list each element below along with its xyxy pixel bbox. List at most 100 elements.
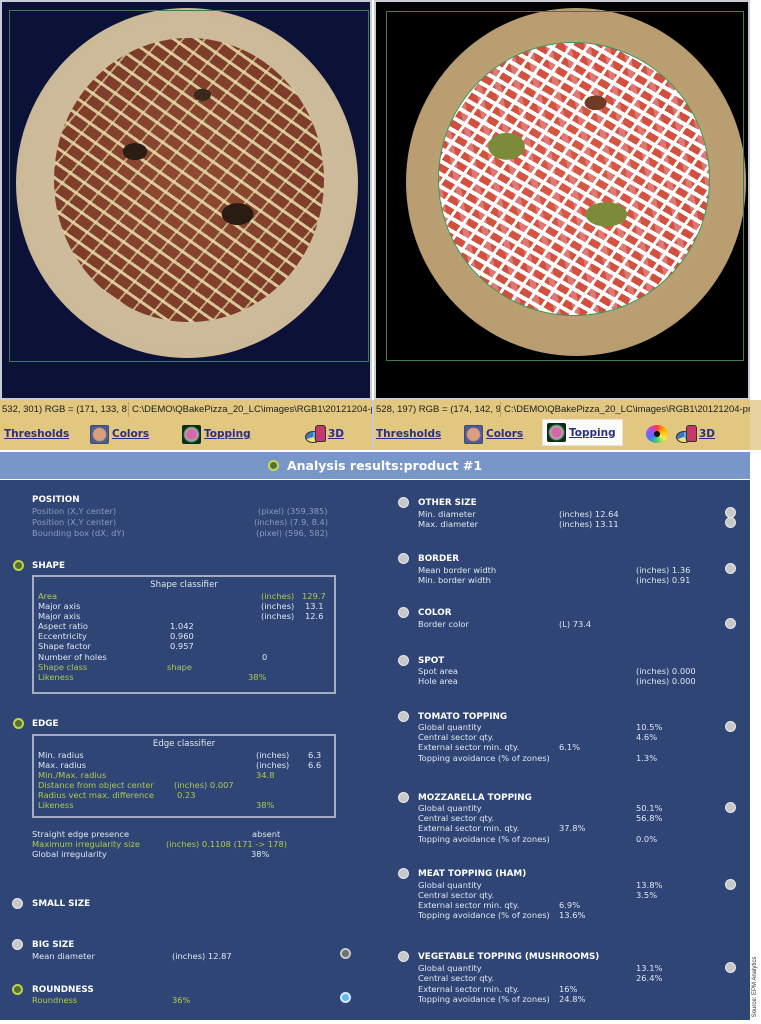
vegetable-indicator-icon[interactable] [725, 962, 736, 973]
tomato-indicator-icon[interactable] [725, 721, 736, 732]
spot-status-icon[interactable] [398, 655, 409, 666]
roundness-value: 36% [172, 995, 191, 1005]
thresholds-tab[interactable]: Thresholds [376, 422, 441, 446]
avoidance-value: 0.0% [636, 834, 658, 844]
edge-classifier-box: Edge classifier Min. radius (inches) 6.3… [32, 734, 336, 818]
segmented-image-view[interactable] [374, 0, 750, 400]
other-size-status-icon[interactable] [398, 497, 409, 508]
meat-status-icon[interactable] [398, 868, 409, 879]
distance-center-label: Distance from object center [38, 780, 154, 790]
color-view-button[interactable] [646, 422, 668, 446]
global-irregularity-value: 38% [251, 849, 270, 859]
3d-chart-icon [676, 425, 697, 443]
colors-label: Colors [112, 428, 150, 440]
global-quantity-label: Global quantity [418, 880, 482, 890]
3d-chart-icon [305, 425, 326, 443]
global-quantity-label: Global quantity [418, 963, 482, 973]
analysis-results-header: Analysis results:product #1 [0, 452, 750, 479]
small-size-section-title: SMALL SIZE [32, 899, 91, 909]
mozzarella-section-title: MOZZARELLA TOPPING [418, 793, 532, 803]
colors-label: Colors [486, 428, 524, 440]
avoidance-value: 13.6% [559, 910, 586, 920]
pizza-colors-icon [90, 424, 109, 444]
global-quantity-label: Global quantity [418, 803, 482, 813]
small-size-status-icon[interactable] [12, 898, 23, 909]
thresholds-tab[interactable]: Thresholds [4, 422, 69, 446]
hole-area-value: (inches) 0.000 [636, 676, 696, 686]
border-section-title: BORDER [418, 554, 460, 564]
eccentricity-label: Eccentricity [38, 631, 87, 641]
avoidance-label: Topping avoidance (% of zones) [418, 834, 550, 844]
colors-tab[interactable]: Colors [90, 422, 149, 446]
big-size-section-title: BIG SIZE [32, 940, 75, 950]
major-axis-unit: (inches) [261, 601, 295, 611]
topping-tab[interactable]: Topping [182, 422, 251, 446]
likeness-label: Likeness [38, 672, 74, 682]
mean-diameter-value: (inches) 12.87 [172, 951, 232, 961]
central-sector-value: 4.6% [636, 732, 658, 742]
min-max-radius-value: 34.8 [256, 770, 275, 780]
external-sector-value: 6.1% [559, 742, 581, 752]
mozzarella-indicator-icon[interactable] [725, 802, 736, 813]
bounding-box-label: Bounding box (dX, dY) [32, 528, 125, 538]
external-sector-label: External sector min. qty. [418, 900, 520, 910]
pizza-colors-icon [464, 424, 483, 444]
color-status-icon[interactable] [398, 607, 409, 618]
color-indicator-icon[interactable] [725, 618, 736, 629]
area-unit: (inches) [261, 591, 295, 601]
external-sector-label: External sector min. qty. [418, 823, 520, 833]
straight-edge-label: Straight edge presence [32, 829, 130, 839]
external-sector-label: External sector min. qty. [418, 984, 520, 994]
spot-area-label: Spot area [418, 666, 459, 676]
topping-tab-active[interactable]: Topping [542, 419, 623, 446]
avoidance-label: Topping avoidance (% of zones) [418, 994, 550, 1004]
major-axis-unit: (inches) [261, 611, 295, 621]
roundness-indicator-icon[interactable] [340, 992, 351, 1003]
max-diameter-indicator-icon[interactable] [725, 517, 736, 528]
big-size-indicator-icon[interactable] [340, 948, 351, 959]
meat-section-title: MEAT TOPPING (HAM) [418, 869, 527, 879]
status-bar: 532, 301) RGB = (171, 133, 8 C:\DEMO\QBa… [0, 402, 372, 418]
mozzarella-status-icon[interactable] [398, 792, 409, 803]
global-irregularity-label: Global irregularity [32, 849, 107, 859]
external-sector-value: 37.8% [559, 823, 586, 833]
min-radius-value: 6.3 [308, 750, 322, 760]
global-quantity-value: 13.1% [636, 963, 663, 973]
edge-status-icon[interactable] [13, 718, 24, 729]
view-toolbar: Thresholds Colors Topping 3D [374, 419, 750, 447]
central-sector-label: Central sector qty. [418, 813, 495, 823]
meat-indicator-icon[interactable] [725, 879, 736, 890]
central-sector-value: 56.8% [636, 813, 663, 823]
other-size-section-title: OTHER SIZE [418, 498, 477, 508]
roundness-status-icon[interactable] [12, 984, 23, 995]
global-quantity-value: 50.1% [636, 803, 663, 813]
border-status-icon[interactable] [398, 553, 409, 564]
avoidance-value: 24.8% [559, 994, 586, 1004]
external-sector-value: 16% [559, 984, 578, 994]
thresholds-label: Thresholds [4, 428, 70, 440]
thresholds-label: Thresholds [376, 428, 442, 440]
central-sector-label: Central sector qty. [418, 732, 495, 742]
avoidance-value: 1.3% [636, 753, 658, 763]
shape-status-icon[interactable] [13, 560, 24, 571]
tomato-status-icon[interactable] [398, 711, 409, 722]
shape-class-label: Shape class [38, 662, 88, 672]
colors-tab[interactable]: Colors [464, 422, 523, 446]
straight-edge-value: absent [252, 829, 281, 839]
original-image-view[interactable] [0, 0, 372, 400]
3d-tab[interactable]: 3D [305, 422, 344, 446]
3d-tab[interactable]: 3D [676, 422, 715, 446]
border-indicator-icon[interactable] [725, 563, 736, 574]
analysis-results-title: Analysis results:product #1 [286, 458, 483, 473]
edge-section-title: EDGE [32, 719, 59, 729]
min-radius-label: Min. radius [38, 750, 84, 760]
shape-class-value: shape [167, 662, 193, 672]
global-quantity-value: 10.5% [636, 722, 663, 732]
tomato-section-title: TOMATO TOPPING [418, 712, 508, 722]
big-size-status-icon[interactable] [12, 939, 23, 950]
edge-classifier-title: Edge classifier [152, 739, 216, 749]
radius-diff-label: Radius vect max. difference [38, 790, 154, 800]
shape-factor-value: 0.957 [170, 641, 194, 651]
aspect-ratio-label: Aspect ratio [38, 621, 88, 631]
vegetable-status-icon[interactable] [398, 951, 409, 962]
